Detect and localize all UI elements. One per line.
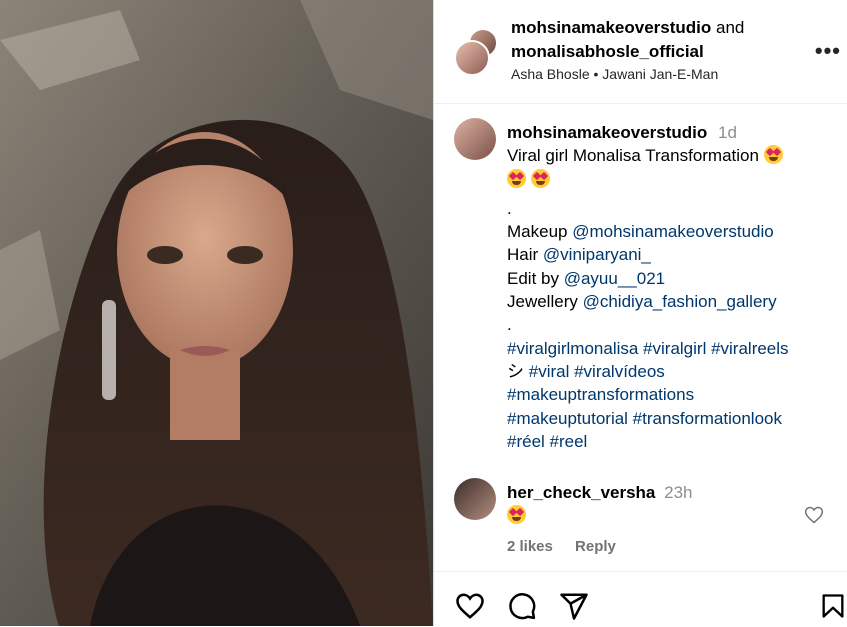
hair-handle-link[interactable]: @viniparyani_ [543,245,651,264]
heart-eyes-emoji [507,168,526,188]
comment-icon [509,593,536,620]
caption-text: Viral girl Monalisa Transformation [507,146,759,166]
avatar[interactable] [454,40,490,76]
post-details-panel: mohsinamakeoverstudio and monalisabhosle… [434,0,847,626]
hashtags-line[interactable]: #makeuptransformations [507,383,827,406]
jewellery-handle-link[interactable]: @chidiya_fashion_gallery [583,292,777,311]
and-text: and [716,18,745,37]
avatar[interactable] [454,118,496,160]
post-caption: mohsinamakeoverstudio 1d Viral girl Mona… [507,121,827,453]
hashtags-line[interactable]: #réel #reel [507,430,827,453]
comment-meta: 2 likes Reply [507,538,616,555]
heart-icon [804,506,824,524]
share-icon [560,593,588,620]
jewellery-label: Jewellery [507,292,578,312]
post-photo[interactable] [0,0,433,626]
makeup-label: Makeup [507,222,568,242]
post-header: mohsinamakeoverstudio and monalisabhosle… [434,0,847,104]
hashtags-line[interactable]: #makeuptutorial #transformationlook [507,407,827,430]
bookmark-icon [822,594,844,618]
edit-handle-link[interactable]: @ayuu__021 [564,269,665,288]
audio-separator: • [593,66,599,82]
action-bar [434,571,847,627]
comment-time[interactable]: 23h [664,483,692,502]
audio-title[interactable]: Jawani Jan-E-Man [602,66,718,82]
like-comment-button[interactable] [804,505,824,530]
hair-label: Hair [507,245,539,265]
makeup-handle-link[interactable]: @mohsinamakeoverstudio [572,222,774,241]
save-button[interactable] [819,591,847,626]
comment-button[interactable] [506,591,538,626]
edit-label: Edit by [507,268,559,288]
comment-username[interactable]: her_check_versha [507,483,655,502]
heart-icon [456,593,484,619]
hashtags-line[interactable]: #viral #viralvídeos [529,362,665,381]
hashtag-prefix-symbol: シ [507,361,524,381]
avatar[interactable] [454,478,496,520]
share-button[interactable] [558,591,590,626]
heart-eyes-emoji [530,168,550,188]
like-button[interactable] [454,591,486,626]
comment-likes-count[interactable]: 2 likes [507,538,553,555]
more-options-button[interactable]: ••• [815,38,841,64]
hashtags-line[interactable]: #viralgirlmonalisa #viralgirl #viralreel… [507,337,827,360]
reply-button[interactable]: Reply [575,538,616,555]
heart-eyes-emoji [763,145,783,165]
caption-username[interactable]: mohsinamakeoverstudio [507,123,707,142]
caption-dot: . [507,198,512,218]
collab-avatars[interactable] [454,28,500,76]
caption-dot: . [507,315,512,335]
post-image [0,0,433,626]
audio-artist[interactable]: Asha Bhosle [511,66,590,82]
collaborator-username[interactable]: monalisabhosle_official [511,42,704,61]
heart-eyes-emoji [507,505,526,524]
author-username[interactable]: mohsinamakeoverstudio [511,18,711,37]
caption-time[interactable]: 1d [718,123,737,142]
comment: her_check_versha 23h [507,481,693,527]
audio-info[interactable]: Asha Bhosle • Jawani Jan-E-Man [511,66,718,82]
